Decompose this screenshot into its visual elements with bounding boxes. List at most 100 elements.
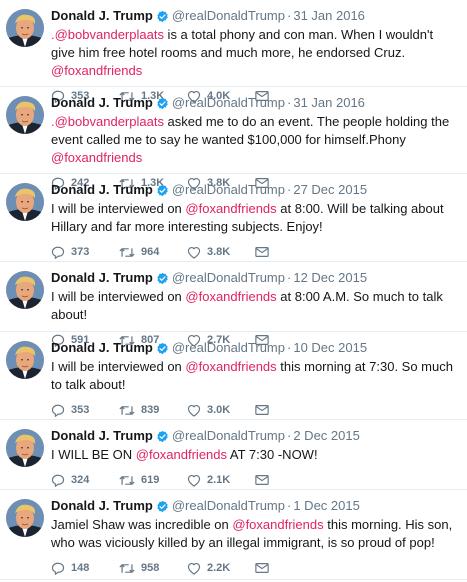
tweet-text: I WILL BE ON @foxandfriends AT 7:30 -NOW… bbox=[51, 446, 455, 464]
tweet-date[interactable]: 12 Dec 2015 bbox=[293, 270, 367, 286]
reply-count: 324 bbox=[71, 474, 90, 486]
heart-icon bbox=[187, 474, 201, 487]
tweet[interactable]: Donald J. Trump @realDonaldTrump · 31 Ja… bbox=[0, 87, 467, 190]
heart-icon bbox=[187, 246, 201, 259]
mention-link[interactable]: .@bobvanderplaats bbox=[51, 114, 164, 129]
avatar-image bbox=[6, 341, 44, 379]
tweet-text-segment: Jamiel Shaw was incredible on bbox=[51, 517, 233, 532]
tweet[interactable]: Donald J. Trump @realDonaldTrump · 27 De… bbox=[0, 174, 467, 262]
avatar-image bbox=[6, 429, 44, 467]
direct-message-button[interactable] bbox=[255, 474, 275, 486]
author-name[interactable]: Donald J. Trump bbox=[51, 95, 153, 111]
tweet-date[interactable]: 31 Jan 2016 bbox=[293, 95, 365, 111]
avatar[interactable] bbox=[6, 341, 44, 379]
envelope-icon bbox=[255, 563, 269, 573]
retweet-count: 958 bbox=[141, 562, 160, 574]
tweet-text-segment: I WILL BE ON bbox=[51, 447, 136, 462]
tweet-header: Donald J. Trump @realDonaldTrump · 27 De… bbox=[51, 174, 457, 198]
avatar[interactable] bbox=[6, 271, 44, 309]
retweet-button[interactable]: 958 bbox=[119, 562, 187, 575]
direct-message-button[interactable] bbox=[255, 562, 275, 574]
reply-icon bbox=[51, 474, 65, 487]
tweet-text-segment: AT 7:30 -NOW! bbox=[227, 447, 318, 462]
direct-message-button[interactable] bbox=[255, 404, 275, 416]
like-count: 3.8K bbox=[207, 246, 231, 258]
separator-dot: · bbox=[287, 270, 292, 285]
tweet-date[interactable]: 1 Dec 2015 bbox=[293, 498, 360, 514]
tweet[interactable]: Donald J. Trump @realDonaldTrump · 2 Dec… bbox=[0, 420, 467, 490]
tweet-actions: 373 964 3.8K bbox=[51, 241, 457, 263]
like-button[interactable]: 2.1K bbox=[187, 474, 255, 487]
avatar[interactable] bbox=[6, 429, 44, 467]
author-handle[interactable]: @realDonaldTrump bbox=[172, 270, 285, 286]
reply-button[interactable]: 353 bbox=[51, 404, 119, 417]
tweet[interactable]: Donald J. Trump @realDonaldTrump · 12 De… bbox=[0, 262, 467, 347]
author-handle[interactable]: @realDonaldTrump bbox=[172, 498, 285, 514]
tweet-header: Donald J. Trump @realDonaldTrump · 31 Ja… bbox=[51, 87, 457, 111]
separator-dot: · bbox=[287, 8, 292, 23]
reply-button[interactable]: 373 bbox=[51, 246, 119, 259]
like-count: 2.1K bbox=[207, 474, 231, 486]
author-name[interactable]: Donald J. Trump bbox=[51, 182, 153, 198]
mention-link[interactable]: @foxandfriends bbox=[185, 359, 276, 374]
retweet-button[interactable]: 839 bbox=[119, 404, 187, 417]
separator-dot: · bbox=[287, 95, 292, 110]
tweet[interactable]: Donald J. Trump @realDonaldTrump · 1 Dec… bbox=[0, 490, 467, 580]
tweet-date[interactable]: 27 Dec 2015 bbox=[293, 182, 367, 198]
tweet-header: Donald J. Trump @realDonaldTrump · 31 Ja… bbox=[51, 0, 457, 24]
retweet-button[interactable]: 619 bbox=[119, 474, 187, 487]
mention-link[interactable]: @foxandfriends bbox=[185, 201, 276, 216]
separator-dot: · bbox=[287, 498, 292, 513]
tweet-text: I will be interviewed on @foxandfriends … bbox=[51, 288, 455, 324]
tweet-date[interactable]: 2 Dec 2015 bbox=[293, 428, 360, 444]
tweet-actions: 148 958 2.2K bbox=[51, 557, 457, 579]
tweet-text: I will be interviewed on @foxandfriends … bbox=[51, 358, 455, 394]
tweet-header: Donald J. Trump @realDonaldTrump · 1 Dec… bbox=[51, 490, 457, 514]
avatar[interactable] bbox=[6, 183, 44, 221]
retweet-icon bbox=[119, 475, 135, 485]
mention-link[interactable]: @foxandfriends bbox=[185, 289, 276, 304]
avatar[interactable] bbox=[6, 96, 44, 134]
like-button[interactable]: 3.8K bbox=[187, 246, 255, 259]
reply-count: 148 bbox=[71, 562, 90, 574]
avatar-image bbox=[6, 183, 44, 221]
avatar-image bbox=[6, 9, 44, 47]
retweet-button[interactable]: 964 bbox=[119, 246, 187, 259]
reply-icon bbox=[51, 404, 65, 417]
tweet-header: Donald J. Trump @realDonaldTrump · 2 Dec… bbox=[51, 420, 457, 444]
author-name[interactable]: Donald J. Trump bbox=[51, 498, 153, 514]
tweet-text-segment: I will be interviewed on bbox=[51, 359, 186, 374]
author-handle[interactable]: @realDonaldTrump bbox=[172, 182, 285, 198]
tweet[interactable]: Donald J. Trump @realDonaldTrump · 31 Ja… bbox=[0, 0, 467, 103]
heart-icon bbox=[187, 404, 201, 417]
author-handle[interactable]: @realDonaldTrump bbox=[172, 8, 285, 24]
tweet[interactable]: Donald J. Trump @realDonaldTrump · 10 De… bbox=[0, 332, 467, 420]
tweet-header: Donald J. Trump @realDonaldTrump · 12 De… bbox=[51, 262, 457, 286]
avatar-image bbox=[6, 499, 44, 537]
direct-message-button[interactable] bbox=[255, 246, 275, 258]
verified-badge-icon bbox=[156, 430, 169, 443]
author-handle[interactable]: @realDonaldTrump bbox=[172, 95, 285, 111]
tweet-date[interactable]: 31 Jan 2016 bbox=[293, 8, 365, 24]
tweet-date[interactable]: 10 Dec 2015 bbox=[293, 340, 367, 356]
reply-button[interactable]: 148 bbox=[51, 562, 119, 575]
mention-link[interactable]: @foxandfriends bbox=[51, 63, 142, 78]
mention-link[interactable]: .@bobvanderplaats bbox=[51, 27, 164, 42]
author-name[interactable]: Donald J. Trump bbox=[51, 8, 153, 24]
verified-badge-icon bbox=[156, 184, 169, 197]
author-name[interactable]: Donald J. Trump bbox=[51, 340, 153, 356]
avatar[interactable] bbox=[6, 499, 44, 537]
mention-link[interactable]: @foxandfriends bbox=[136, 447, 227, 462]
mention-link[interactable]: @foxandfriends bbox=[232, 517, 323, 532]
author-handle[interactable]: @realDonaldTrump bbox=[172, 340, 285, 356]
tweet-text: .@bobvanderplaats asked me to do an even… bbox=[51, 113, 455, 167]
like-button[interactable]: 2.2K bbox=[187, 562, 255, 575]
reply-button[interactable]: 324 bbox=[51, 474, 119, 487]
mention-link[interactable]: @foxandfriends bbox=[51, 150, 142, 165]
avatar[interactable] bbox=[6, 9, 44, 47]
author-name[interactable]: Donald J. Trump bbox=[51, 428, 153, 444]
author-name[interactable]: Donald J. Trump bbox=[51, 270, 153, 286]
avatar-image bbox=[6, 96, 44, 134]
author-handle[interactable]: @realDonaldTrump bbox=[172, 428, 285, 444]
like-button[interactable]: 3.0K bbox=[187, 404, 255, 417]
